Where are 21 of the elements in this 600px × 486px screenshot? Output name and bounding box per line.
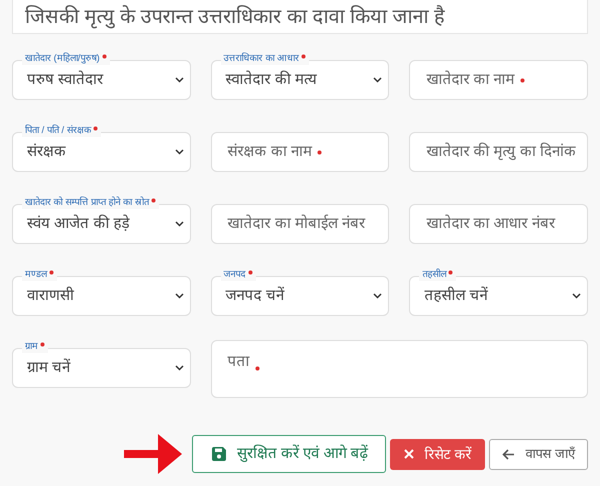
chevron-down-icon <box>373 77 382 83</box>
arrow-icon <box>124 432 182 476</box>
input-field[interactable]: खातेदार की मृत्यु का दिनांक <box>409 132 588 172</box>
chevron-down-icon <box>373 293 382 299</box>
back-button[interactable]: वापस जाएँ <box>489 438 588 470</box>
section-heading: जिसकी मृत्यु के उपरान्त उत्तराधिकार का दावा किया जाना है <box>25 6 446 26</box>
input-field[interactable]: खातेदार का नाम <box>409 60 588 100</box>
chevron-down-icon <box>174 293 184 299</box>
chevron-down-icon <box>174 77 184 83</box>
input-field[interactable]: खातेदार का आधार नंबर <box>409 204 588 244</box>
input-field[interactable]: संरक्षक का नाम <box>210 132 390 172</box>
chevron-down-icon <box>174 149 184 155</box>
arrow-left-icon <box>502 448 516 460</box>
chevron-down-icon <box>174 221 184 227</box>
input-field[interactable]: खातेदार का मोबाईल नंबर <box>210 204 390 244</box>
close-icon <box>404 449 414 459</box>
chevron-down-icon <box>572 293 581 299</box>
text-area[interactable]: पता <box>210 340 588 398</box>
chevron-down-icon <box>174 365 184 371</box>
reset-button[interactable]: रिसेट करें <box>390 438 486 470</box>
save-button[interactable]: सुरक्षित करें एवं आगे बढ़ें <box>192 435 386 473</box>
